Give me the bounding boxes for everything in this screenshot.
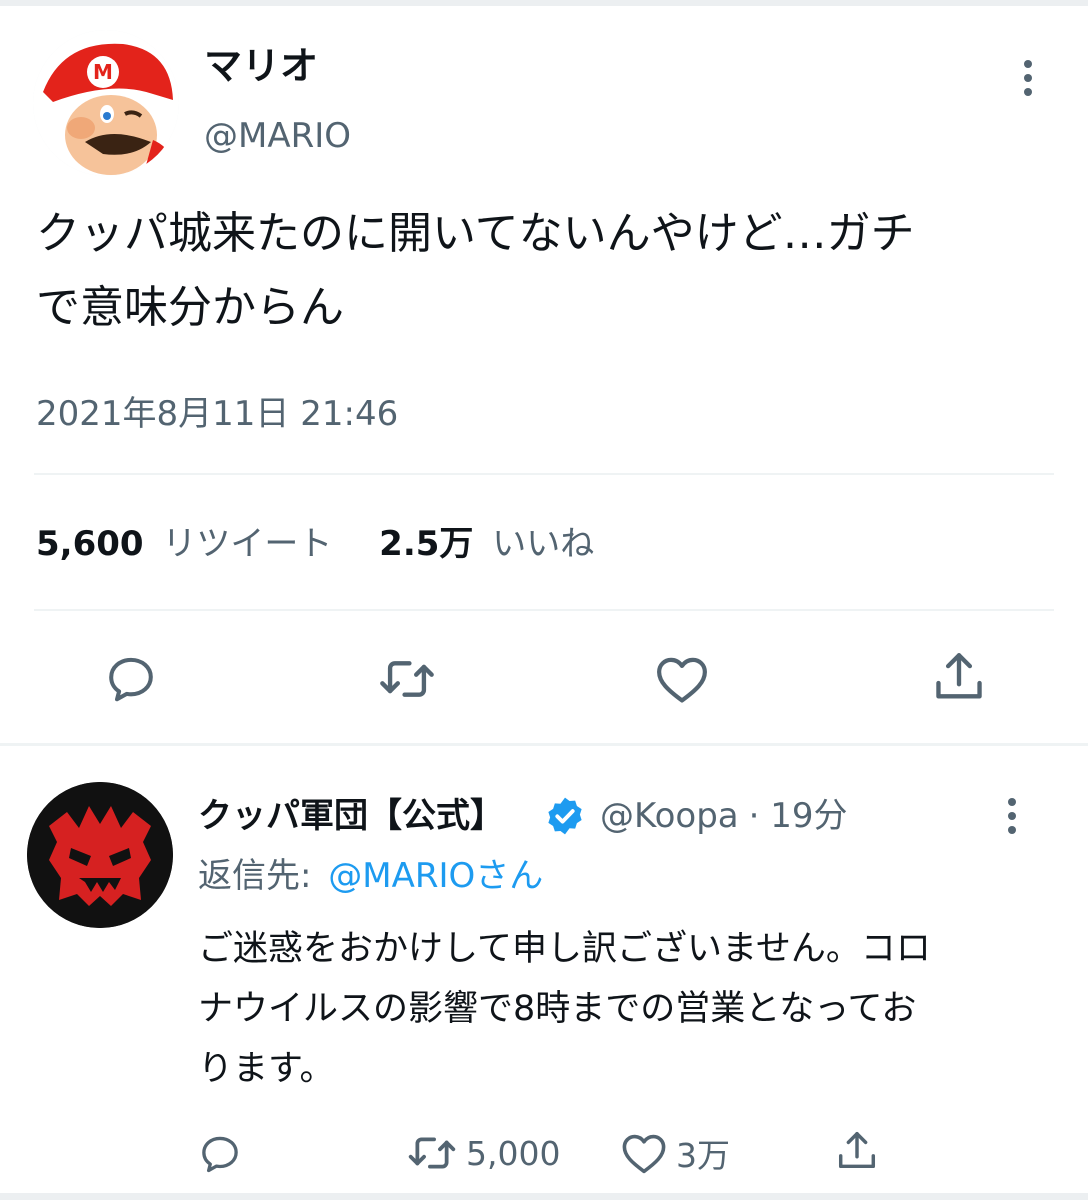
reply-reply-icon[interactable] <box>198 1132 242 1176</box>
reply-handle[interactable]: @Koopa <box>600 794 739 838</box>
like-label[interactable]: いいね <box>492 524 594 564</box>
reply-retweet-icon <box>406 1130 458 1176</box>
reply-to: 返信先: @MARIOさん <box>198 854 543 898</box>
mario-avatar[interactable]: M <box>33 30 179 176</box>
reply-text-line-2: ナウイルスの影響で8時までの営業となってお <box>198 989 917 1029</box>
reply-retweet-count: 5,000 <box>466 1133 561 1173</box>
like-icon[interactable] <box>654 652 710 706</box>
retweet-icon[interactable] <box>378 652 436 706</box>
reply-to-handle-link[interactable]: @MARIOさん <box>328 856 543 896</box>
bottom-separator <box>0 1193 1088 1200</box>
mario-avatar-image: M <box>33 30 179 176</box>
reply-like-button[interactable]: 3万 <box>620 1130 730 1176</box>
reply-to-label: 返信先: <box>198 856 312 896</box>
retweet-count[interactable]: 5,600 <box>36 524 144 564</box>
reply-text-line-3: ります。 <box>198 1049 335 1089</box>
koopa-avatar-image <box>27 782 173 928</box>
reply-icon[interactable] <box>104 652 158 706</box>
retweet-label[interactable]: リツイート <box>162 524 332 564</box>
tweet-stats: 5,600 リツイート 2.5万 いいね <box>36 522 594 566</box>
like-count[interactable]: 2.5万 <box>379 524 473 564</box>
divider <box>34 473 1054 475</box>
tweet-display-name[interactable]: マリオ <box>204 44 318 88</box>
verified-badge-icon <box>544 795 586 837</box>
tweet-timestamp[interactable]: 2021年8月11日 21:46 <box>36 394 398 434</box>
reply-display-name[interactable]: クッパ軍団【公式】 <box>198 794 504 838</box>
reply-more-icon[interactable] <box>1008 798 1016 834</box>
reply-header: クッパ軍団【公式】 @Koopa · 19分 <box>198 794 848 838</box>
tweet-separator <box>0 743 1088 746</box>
tweet-text-line-1: クッパ城来たのに開いてないんやけど…ガチ <box>36 208 915 259</box>
reply-text-line-1: ご迷惑をおかけして申し訳ございません。コロ <box>198 929 931 969</box>
reply-retweet-button[interactable]: 5,000 <box>406 1130 560 1176</box>
share-icon[interactable] <box>930 648 988 706</box>
top-separator <box>0 0 1088 6</box>
reply-like-icon <box>620 1131 668 1175</box>
tweet-text-line-2: で意味分からん <box>36 282 344 333</box>
divider <box>34 609 1054 611</box>
svg-text:M: M <box>93 60 113 84</box>
reply-like-count: 3万 <box>676 1136 730 1175</box>
reply-time[interactable]: · 19分 <box>749 794 848 838</box>
tweet-handle[interactable]: @MARIO <box>204 116 351 156</box>
tweet-more-icon[interactable] <box>1024 60 1032 96</box>
reply-share-icon[interactable] <box>834 1128 880 1174</box>
koopa-avatar[interactable] <box>27 782 173 928</box>
